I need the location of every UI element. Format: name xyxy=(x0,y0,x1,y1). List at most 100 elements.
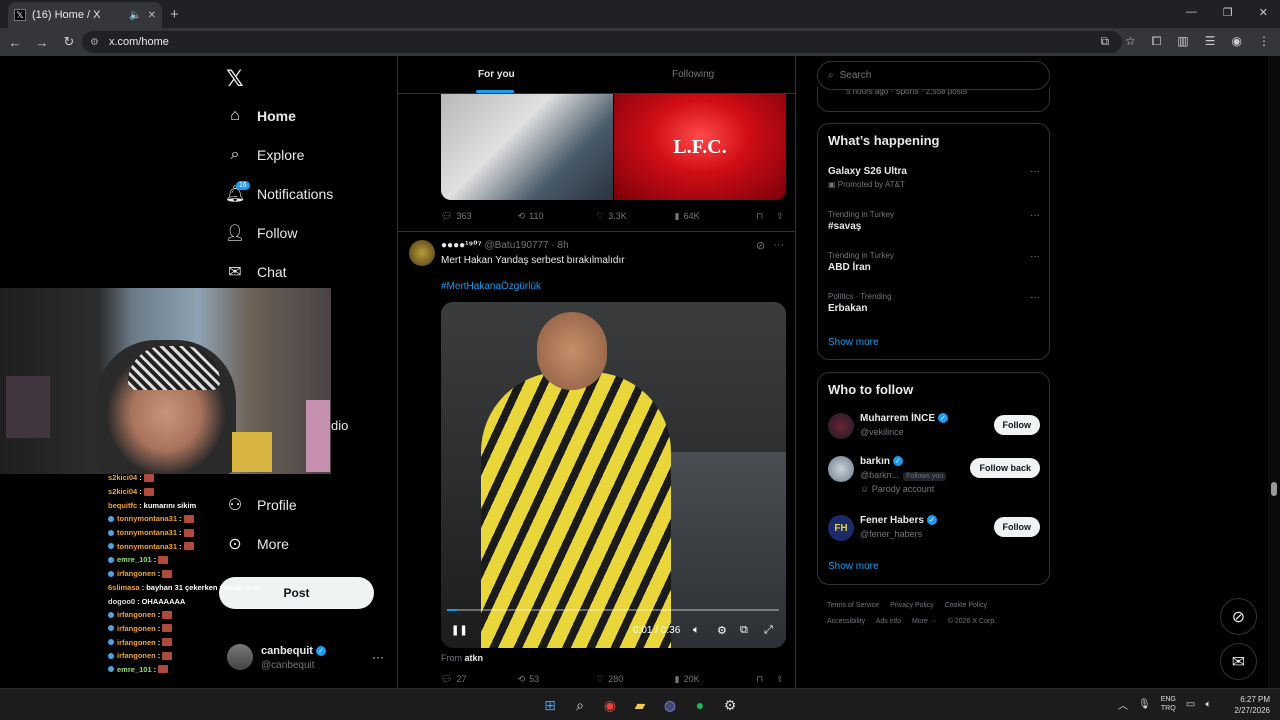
spotify-icon[interactable]: ● xyxy=(690,695,710,715)
hashtag-link[interactable]: #MertHakanaÖzgürlük xyxy=(441,281,541,292)
follow-suggestion[interactable]: barkın ✓ @barkn... Follows you ☺ Parody ac… xyxy=(828,456,1040,502)
grok-icon[interactable]: ⊘ xyxy=(756,239,765,252)
page-scrollbar[interactable] xyxy=(1268,56,1280,688)
windows-start-icon[interactable]: ⊞ xyxy=(540,695,560,715)
browser-tab[interactable]: 𝕏 (16) Home / X 🔈 ✕ xyxy=(8,2,162,28)
x-logo[interactable]: 𝕏 xyxy=(226,66,244,92)
follow-button[interactable]: Follow xyxy=(993,415,1040,435)
reload-icon[interactable]: ↻ xyxy=(57,34,81,50)
messages-fab-icon[interactable]: ✉ xyxy=(1220,643,1257,680)
footer-link[interactable]: Cookie Policy xyxy=(945,602,987,609)
settings-app-icon[interactable]: ⚙ xyxy=(720,695,740,715)
post-menu-icon[interactable]: ··· xyxy=(773,239,784,252)
account-menu-icon[interactable]: ··· xyxy=(372,650,384,664)
display-icon[interactable]: ▭ xyxy=(1186,699,1195,710)
volume-tray-icon[interactable]: 🔈︎ xyxy=(1205,699,1211,710)
video-progress-bar[interactable] xyxy=(447,609,779,611)
restore-icon[interactable]: ❐ xyxy=(1223,6,1233,19)
like-button[interactable]: ♡ 3.3K xyxy=(596,209,675,223)
search-input[interactable]: ⌕ Search xyxy=(817,61,1050,90)
pip-icon[interactable]: ⧉ xyxy=(740,624,748,637)
reply-button[interactable]: 💬︎ 363 xyxy=(441,209,518,223)
nav-home[interactable]: ⌂ Home xyxy=(226,104,296,128)
trend-item[interactable]: Trending in Turkey ABD İran ··· xyxy=(828,251,1040,273)
profile-avatar-icon[interactable]: ◉ xyxy=(1232,34,1242,49)
extensions-icon[interactable]: ⧠ xyxy=(1152,34,1162,49)
nav-profile[interactable]: ⚇ Profile xyxy=(226,493,297,517)
trend-item[interactable]: Trending in Turkey #savaş ··· xyxy=(828,210,1040,232)
nav-more[interactable]: ⊙ More xyxy=(226,532,289,556)
pause-icon[interactable]: ❚❚ xyxy=(451,625,468,636)
video-player[interactable]: ❚❚ 0:01 / 0:36 🔈︎ ⚙ ⧉ ⤢ xyxy=(441,302,786,648)
show-more-link[interactable]: Show more xyxy=(828,561,879,572)
address-bar[interactable]: ⚙ x.com/home xyxy=(82,31,1122,53)
file-explorer-icon[interactable]: ▰ xyxy=(630,695,650,715)
trend-menu-icon[interactable]: ··· xyxy=(1030,292,1040,303)
back-icon[interactable]: ← xyxy=(3,35,27,50)
nav-chat[interactable]: ✉ Chat xyxy=(226,260,286,284)
tab-following[interactable]: Following xyxy=(672,69,714,80)
post-author-handle[interactable]: @Batu190777 xyxy=(485,240,549,251)
nav-follow[interactable]: 👤︎ Follow xyxy=(225,221,298,245)
speaker-icon[interactable]: 🔈 xyxy=(129,10,141,21)
share-icon[interactable]: ⇪ xyxy=(776,672,786,686)
post-image-right[interactable]: L.F.C. xyxy=(614,94,786,200)
follow-suggestion[interactable]: FH Fener Habers ✓ @fener_habers Follow xyxy=(828,515,1040,549)
post-time[interactable]: 8h xyxy=(558,240,569,251)
sidepanel-icon[interactable]: ▥ xyxy=(1177,34,1188,49)
reading-list-icon[interactable]: ☰ xyxy=(1205,34,1216,49)
discord-icon[interactable]: ◍ xyxy=(660,695,680,715)
minimize-icon[interactable]: — xyxy=(1186,6,1197,19)
share-icon[interactable]: ⇪ xyxy=(776,209,786,223)
post-button[interactable]: Post xyxy=(219,577,374,609)
post-image-left[interactable] xyxy=(441,94,613,200)
repost-button[interactable]: ⟲ 110 xyxy=(518,209,597,223)
footer-link[interactable]: More ··· xyxy=(912,618,937,625)
tray-chevron-icon[interactable]: ︿ xyxy=(1118,697,1128,712)
nav-notifications[interactable]: 🔔︎ 16 Notifications xyxy=(225,181,333,206)
clock[interactable]: 6:27 PM 2/27/2026 xyxy=(1234,694,1270,716)
like-button[interactable]: ♡ 280 xyxy=(596,672,675,686)
forward-icon[interactable]: → xyxy=(30,35,54,50)
follow-back-button[interactable]: Follow back xyxy=(970,458,1040,478)
trend-item[interactable]: Politics · Trending Erbakan ··· xyxy=(828,292,1040,314)
from-user-link[interactable]: atkn xyxy=(465,653,484,663)
tab-for-you[interactable]: For you xyxy=(478,69,515,80)
avatar[interactable] xyxy=(409,240,435,266)
footer-link[interactable]: Terms of Service xyxy=(827,602,879,609)
bookmark-icon[interactable]: ⊓ xyxy=(756,672,776,686)
show-more-link[interactable]: Show more xyxy=(828,337,879,348)
footer-link[interactable]: Accessibility xyxy=(827,618,865,625)
nav-explore[interactable]: ⌕ Explore xyxy=(226,143,305,167)
chrome-icon[interactable]: ◉ xyxy=(600,695,620,715)
new-tab-button[interactable]: + xyxy=(170,6,179,23)
footer-link[interactable]: Privacy Policy xyxy=(890,602,934,609)
volume-icon[interactable]: 🔈︎ xyxy=(693,624,700,637)
browser-menu-icon[interactable]: ⋮ xyxy=(1258,34,1270,49)
bookmark-star-icon[interactable]: ☆ xyxy=(1125,34,1136,49)
scroll-thumb[interactable] xyxy=(1271,482,1277,496)
trend-menu-icon[interactable]: ··· xyxy=(1030,210,1040,221)
account-switcher[interactable]: canbequit ✓ @canbequit ··· xyxy=(227,644,387,674)
post-author-name[interactable]: ●●●●¹⁹⁰⁷ xyxy=(441,240,482,251)
close-tab-icon[interactable]: ✕ xyxy=(148,10,156,21)
trend-menu-icon[interactable]: ··· xyxy=(1030,166,1040,177)
microphone-icon[interactable]: 🎙︎ xyxy=(1138,699,1151,710)
install-app-icon[interactable]: ⧉ xyxy=(1100,34,1109,49)
reply-button[interactable]: 💬︎ 27 xyxy=(441,672,518,686)
bookmark-icon[interactable]: ⊓ xyxy=(756,209,776,223)
views-button[interactable]: ▮ 64K xyxy=(675,209,757,223)
settings-icon[interactable]: ⚙ xyxy=(717,624,727,637)
repost-button[interactable]: ⟲ 53 xyxy=(518,672,597,686)
search-icon[interactable]: ⌕ xyxy=(570,695,590,715)
trend-menu-icon[interactable]: ··· xyxy=(1030,251,1040,262)
trend-item[interactable]: Galaxy S26 Ultra ▣ Promoted by AT&T ··· xyxy=(828,166,1040,189)
fullscreen-icon[interactable]: ⤢ xyxy=(764,624,773,637)
site-info-icon[interactable]: ⚙ xyxy=(90,37,99,48)
grok-fab-icon[interactable]: ⊘ xyxy=(1220,598,1257,635)
follow-button[interactable]: Follow xyxy=(993,517,1040,537)
language-indicator[interactable]: ENG TRQ xyxy=(1161,695,1176,713)
views-button[interactable]: ▮ 20K xyxy=(675,672,757,686)
close-window-icon[interactable]: ✕ xyxy=(1259,6,1268,19)
footer-link[interactable]: Ads info xyxy=(876,618,901,625)
